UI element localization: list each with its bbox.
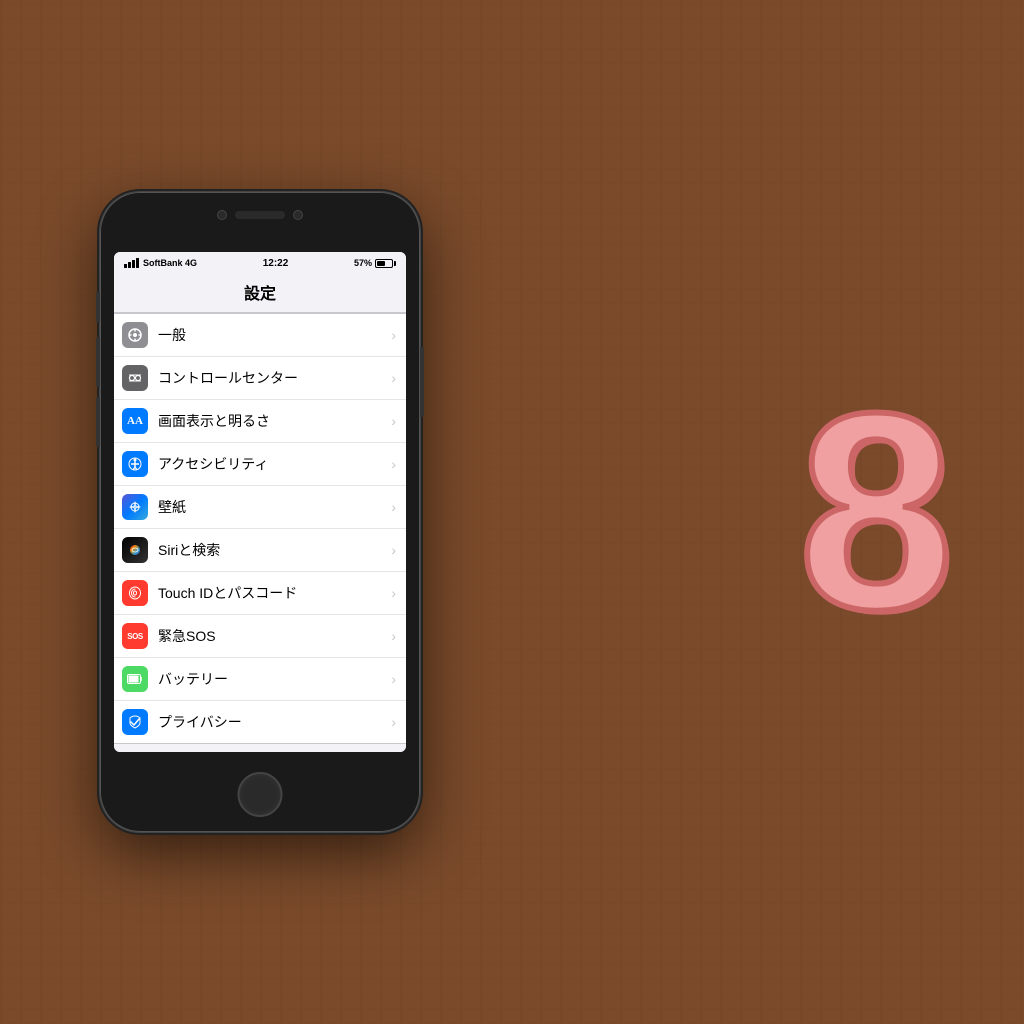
- number-eight-display: 8: [798, 372, 954, 652]
- sensor: [293, 210, 303, 220]
- phone-top-bar: [217, 210, 303, 220]
- display-chevron: ›: [391, 413, 396, 429]
- settings-item-display[interactable]: AA 画面表示と明るさ ›: [114, 400, 406, 443]
- status-right: 57%: [354, 258, 396, 268]
- status-time: 12:22: [263, 258, 289, 269]
- page-title: 設定: [114, 274, 406, 313]
- battery-label: バッテリー: [158, 669, 387, 689]
- general-chevron: ›: [391, 327, 396, 343]
- control-center-chevron: ›: [391, 370, 396, 386]
- display-label: 画面表示と明るさ: [158, 411, 387, 431]
- touchid-icon: [122, 580, 148, 606]
- front-camera: [217, 210, 227, 220]
- settings-item-touchid[interactable]: Touch IDとパスコード ›: [114, 572, 406, 615]
- signal-bars: [124, 258, 139, 268]
- battery-settings-icon: [122, 666, 148, 692]
- phone-screen: SoftBank 4G 12:22 57% 設定: [114, 252, 406, 752]
- control-center-label: コントロールセンター: [158, 368, 387, 388]
- signal-bar-3: [132, 260, 135, 268]
- signal-bar-4: [136, 258, 139, 268]
- wallpaper-icon: [122, 494, 148, 520]
- settings-list: 一般 › コントロールセンター: [114, 313, 406, 752]
- siri-chevron: ›: [391, 542, 396, 558]
- accessibility-chevron: ›: [391, 456, 396, 472]
- sos-label: 緊急SOS: [158, 626, 387, 646]
- touchid-label: Touch IDとパスコード: [158, 583, 387, 603]
- volume-down-button[interactable]: [96, 397, 100, 447]
- power-button[interactable]: [420, 347, 424, 417]
- settings-item-accessibility[interactable]: アクセシビリティ ›: [114, 443, 406, 486]
- battery-percent: 57%: [354, 258, 372, 268]
- signal-bar-2: [128, 262, 131, 268]
- mute-button[interactable]: [96, 292, 100, 322]
- battery-icon: [375, 259, 396, 268]
- settings-item-control-center[interactable]: コントロールセンター ›: [114, 357, 406, 400]
- battery-body: [375, 259, 393, 268]
- settings-item-sos[interactable]: SOS 緊急SOS ›: [114, 615, 406, 658]
- privacy-icon: [122, 709, 148, 735]
- settings-item-privacy[interactable]: プライバシー ›: [114, 701, 406, 743]
- phone-container: SoftBank 4G 12:22 57% 設定: [100, 192, 420, 832]
- home-button[interactable]: [238, 772, 283, 817]
- general-icon: [122, 322, 148, 348]
- general-settings-group: 一般 › コントロールセンター: [114, 313, 406, 744]
- settings-item-battery[interactable]: バッテリー ›: [114, 658, 406, 701]
- wallpaper-chevron: ›: [391, 499, 396, 515]
- siri-icon: [122, 537, 148, 563]
- privacy-chevron: ›: [391, 714, 396, 730]
- battery-fill: [377, 261, 385, 266]
- settings-item-general[interactable]: 一般 ›: [114, 314, 406, 357]
- sos-chevron: ›: [391, 628, 396, 644]
- carrier-label: SoftBank 4G: [143, 258, 197, 268]
- earpiece-speaker: [235, 211, 285, 219]
- siri-label: Siriと検索: [158, 540, 387, 560]
- privacy-label: プライバシー: [158, 712, 387, 732]
- status-left: SoftBank 4G: [124, 258, 197, 268]
- signal-bar-1: [124, 264, 127, 268]
- accessibility-label: アクセシビリティ: [158, 454, 387, 474]
- accessibility-icon: [122, 451, 148, 477]
- general-label: 一般: [158, 325, 387, 345]
- volume-up-button[interactable]: [96, 337, 100, 387]
- settings-item-wallpaper[interactable]: 壁紙 ›: [114, 486, 406, 529]
- battery-tip: [394, 261, 396, 266]
- battery-chevron: ›: [391, 671, 396, 687]
- status-bar: SoftBank 4G 12:22 57%: [114, 252, 406, 274]
- settings-item-siri[interactable]: Siriと検索 ›: [114, 529, 406, 572]
- decoration-number: 8: [798, 372, 954, 652]
- touchid-chevron: ›: [391, 585, 396, 601]
- wallpaper-label: 壁紙: [158, 497, 387, 517]
- general-settings-section: 一般 › コントロールセンター: [114, 313, 406, 744]
- sos-icon: SOS: [122, 623, 148, 649]
- display-icon: AA: [122, 408, 148, 434]
- control-center-icon: [122, 365, 148, 391]
